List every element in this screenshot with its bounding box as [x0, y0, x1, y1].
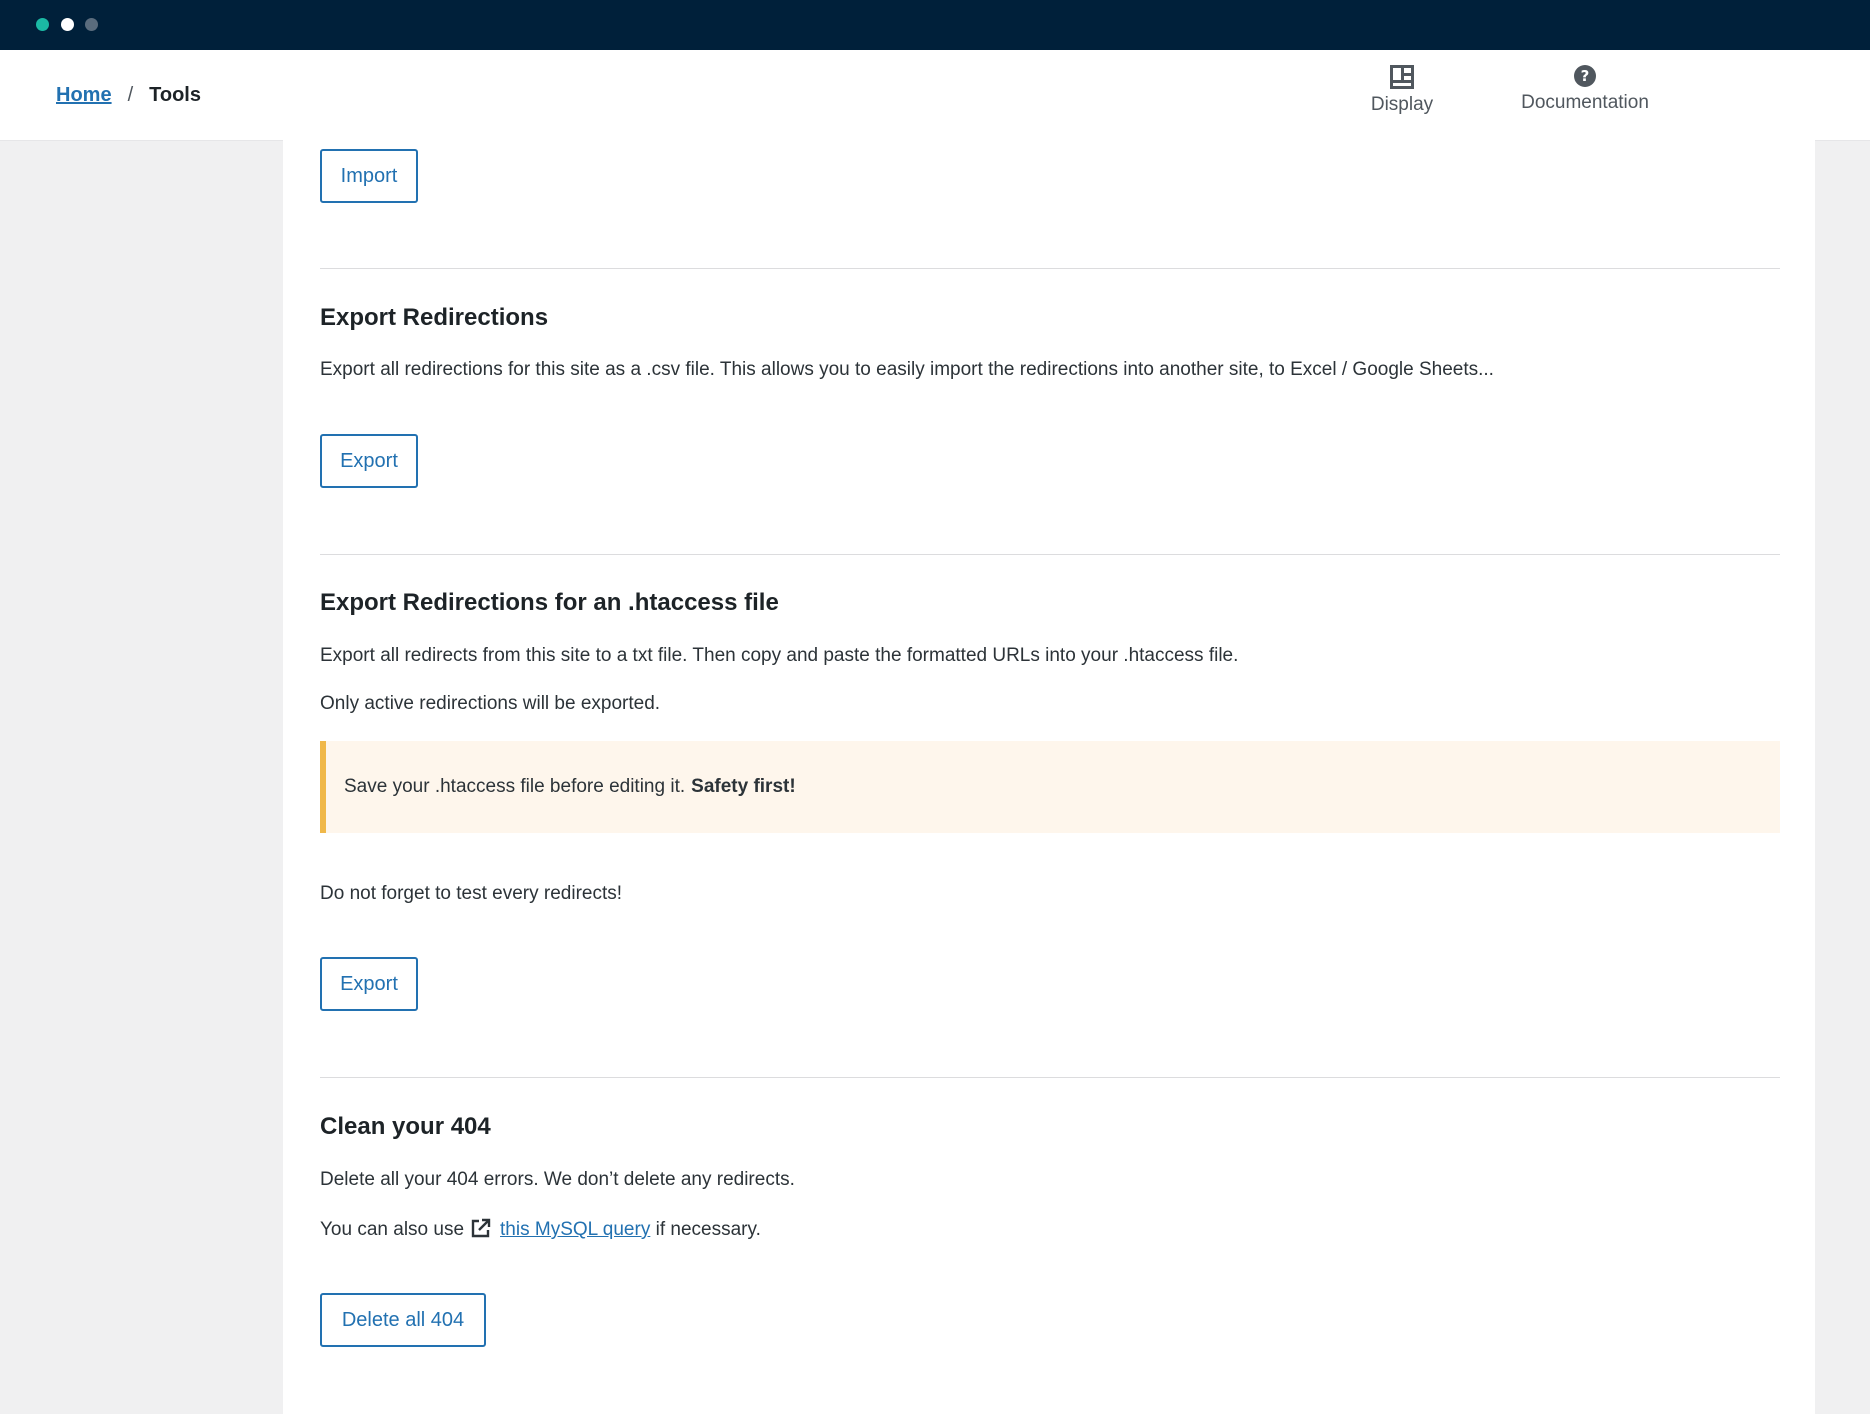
documentation-button[interactable]: ? Documentation [1510, 64, 1660, 114]
clean-404-description: Delete all your 404 errors. We don’t del… [320, 1169, 795, 1190]
divider [320, 1077, 1780, 1078]
divider [320, 268, 1780, 269]
display-label: Display [1370, 94, 1434, 115]
documentation-label: Documentation [1521, 92, 1649, 113]
safety-notice-strong: Safety first! [691, 776, 796, 797]
query-prefix: You can also use [320, 1219, 465, 1240]
display-button[interactable]: Display [1368, 64, 1436, 116]
import-button[interactable]: Import [320, 149, 418, 203]
export-htaccess-heading: Export Redirections for an .htaccess fil… [320, 589, 779, 616]
clean-404-heading: Clean your 404 [320, 1113, 491, 1140]
export-htaccess-note: Only active redirections will be exporte… [320, 693, 661, 714]
tools-panel: Import Export Redirections Export all re… [283, 140, 1815, 1414]
window-maximize-dot[interactable] [85, 18, 98, 31]
top-bar: Home / Tools Display ? Documentation [0, 50, 1870, 141]
export-csv-button[interactable]: Export [320, 434, 418, 488]
breadcrumb: Home / Tools [56, 50, 201, 140]
window-titlebar [0, 0, 1870, 50]
svg-text:?: ? [1581, 67, 1590, 85]
query-suffix: if necessary. [655, 1219, 761, 1240]
external-link-icon [471, 1218, 491, 1238]
export-htaccess-reminder: Do not forget to test every redirects! [320, 883, 623, 904]
safety-notice: Save your .htaccess file before editing … [320, 741, 1780, 833]
export-htaccess-description: Export all redirects from this site to a… [320, 645, 1239, 666]
divider [320, 554, 1780, 555]
safety-notice-text: Save your .htaccess file before editing … [344, 776, 686, 797]
breadcrumb-home-link[interactable]: Home [56, 84, 112, 107]
export-redirections-heading: Export Redirections [320, 304, 549, 331]
help-circle-icon: ? [1574, 65, 1596, 87]
window-close-dot[interactable] [36, 18, 49, 31]
delete-all-404-button[interactable]: Delete all 404 [320, 1293, 486, 1347]
breadcrumb-current: Tools [149, 83, 201, 106]
display-layout-icon [1390, 65, 1414, 89]
export-htaccess-button[interactable]: Export [320, 957, 418, 1011]
mysql-query-link[interactable]: this MySQL query [500, 1219, 650, 1240]
window-minimize-dot[interactable] [61, 18, 74, 31]
clean-404-query-line: You can also use this MySQL query if nec… [320, 1217, 761, 1241]
breadcrumb-separator: / [127, 83, 134, 106]
export-redirections-description: Export all redirections for this site as… [320, 359, 1494, 380]
